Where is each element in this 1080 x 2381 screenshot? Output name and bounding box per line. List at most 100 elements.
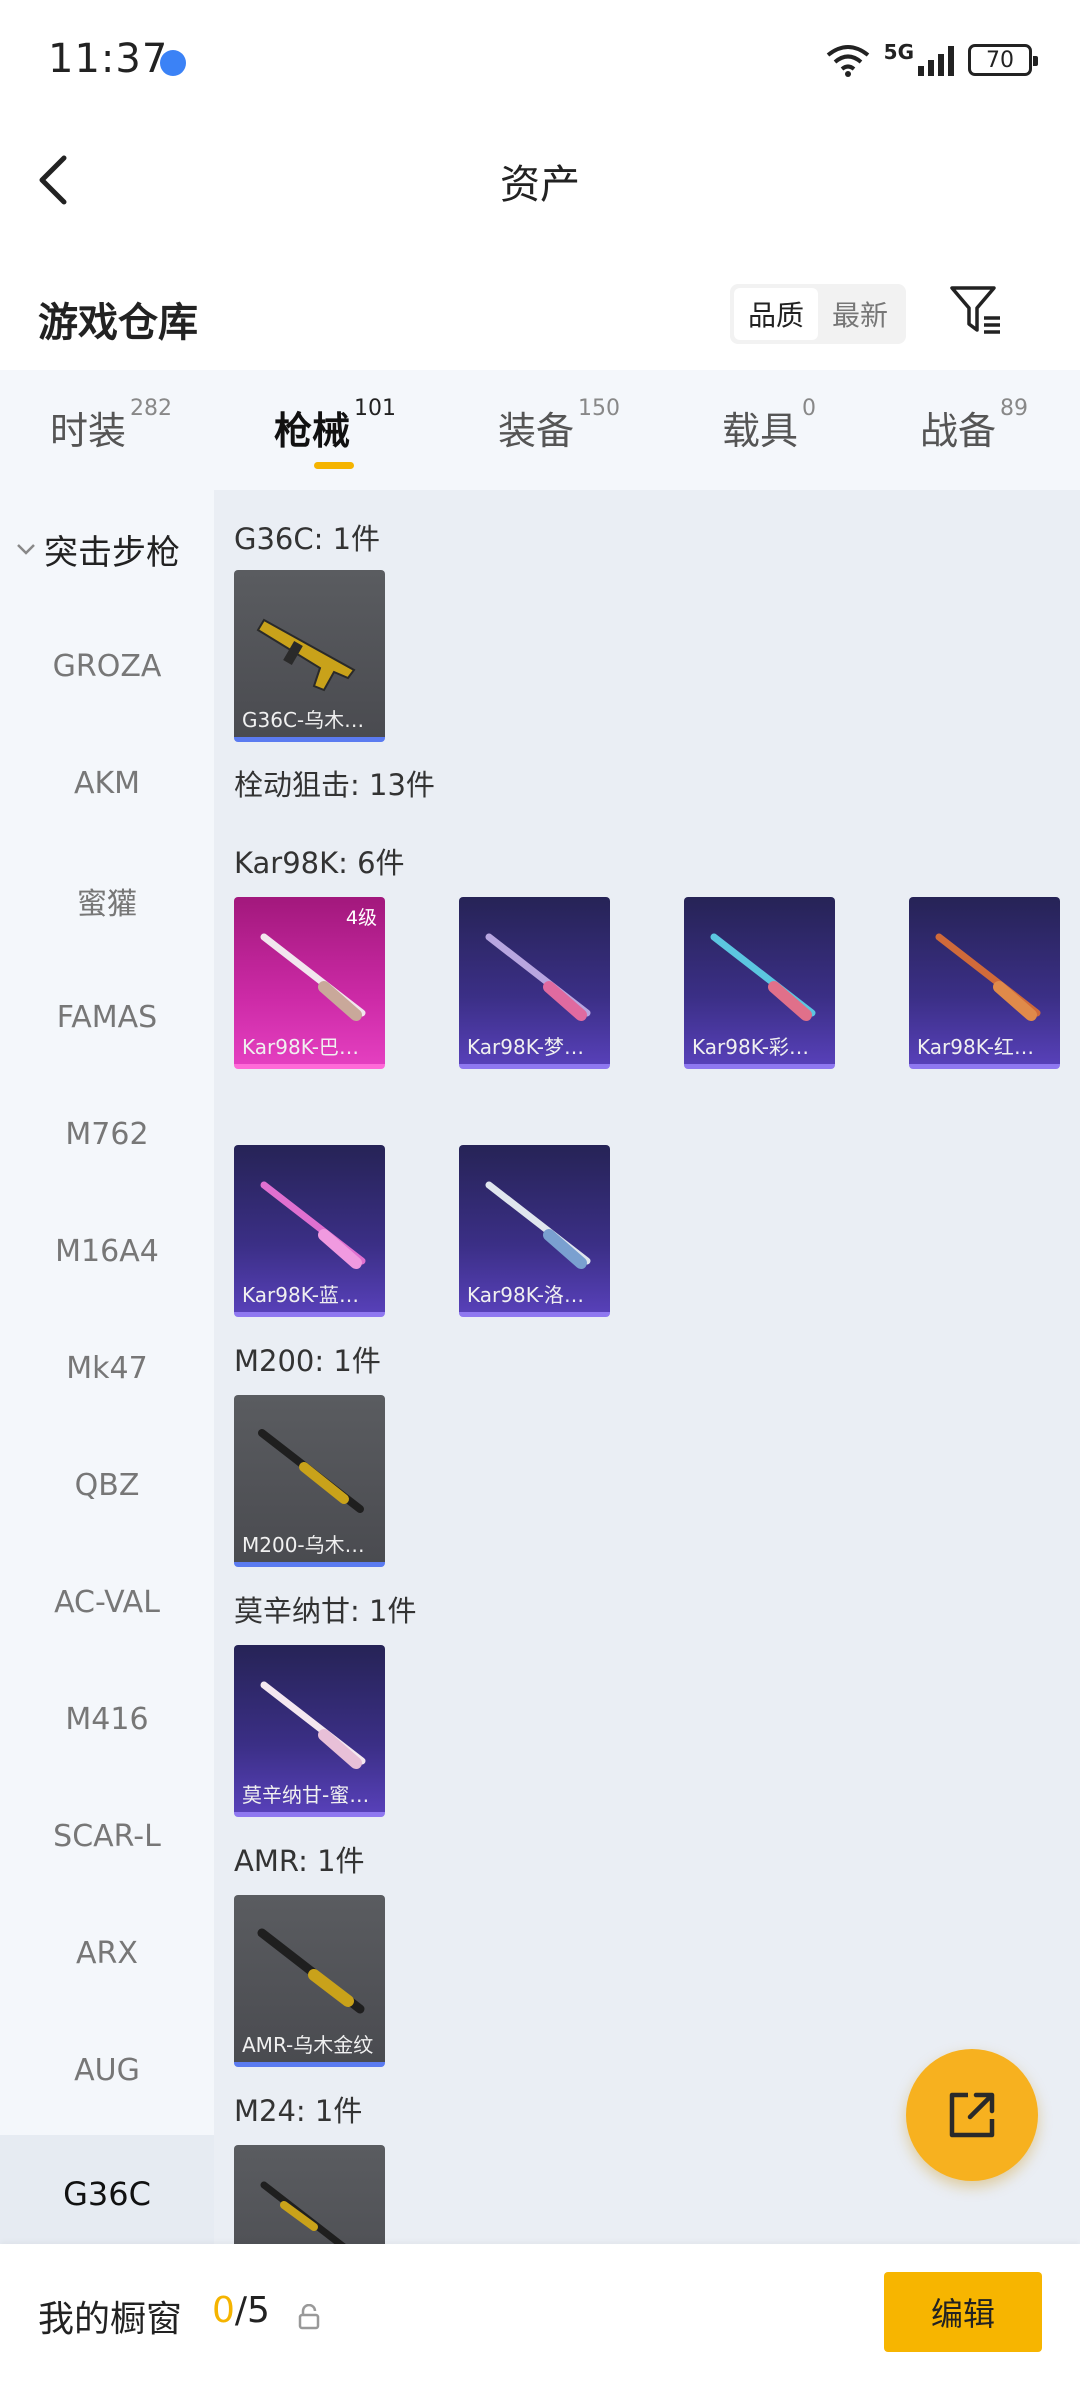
sidebar-item-ac-val[interactable]: AC-VAL [0, 1544, 214, 1661]
rifle-icon [710, 933, 816, 1021]
sidebar-item-m762[interactable]: M762 [0, 1076, 214, 1193]
tab-equipment[interactable]: 装备150 [498, 396, 620, 455]
battery-icon: 70 [968, 44, 1038, 76]
category-tabs: 时装282 枪械101 装备150 载具0 战备89 [0, 370, 1080, 490]
item-name: 莫辛纳甘-蜜… [242, 1783, 370, 1807]
sidebar-item-honey-badger[interactable]: 蜜獾 [0, 842, 214, 959]
item-card[interactable]: Kar98K-洛神… [459, 1145, 610, 1317]
tab-label: 战备 [920, 409, 997, 453]
item-card[interactable]: G36C-乌木… [234, 570, 385, 742]
page-title: 资产 [500, 162, 580, 208]
group-label-bolt-action: 栓动狙击: 13件 [234, 768, 435, 802]
item-card[interactable]: Kar98K-红伞… [909, 897, 1060, 1069]
sort-latest-button[interactable]: 最新 [818, 288, 902, 340]
item-card[interactable]: 莫辛纳甘-蜜… [234, 1645, 385, 1817]
rifle-icon [256, 618, 356, 692]
sort-quality-button[interactable]: 品质 [734, 288, 818, 340]
chevron-down-icon [17, 544, 35, 555]
showcase-label: 我的橱窗 [38, 2299, 183, 2340]
group-label-g36c: G36C: 1件 [234, 522, 381, 556]
group-label-amr: AMR: 1件 [234, 1844, 365, 1878]
inventory-content: G36C: 1件 G36C-乌木… 栓动狙击: 13件 Kar98K: 6件 4… [214, 490, 1080, 2244]
item-name: Kar98K-洛神… [467, 1283, 604, 1307]
status-bar: 11:37 5G 70 [0, 0, 1080, 120]
item-card[interactable]: 4级 Kar98K-巴巴… [234, 897, 385, 1069]
tab-label: 载具 [722, 409, 799, 453]
sidebar-item-groza[interactable]: GROZA [0, 608, 214, 725]
item-card[interactable]: Kar98K-梦幻… [459, 897, 610, 1069]
sidebar-category-label: 突击步枪 [44, 532, 180, 573]
item-name: M200-乌木… [242, 1533, 365, 1557]
item-card[interactable]: AMR-乌木金纹 [234, 1895, 385, 2067]
item-name: Kar98K-彩虹… [692, 1035, 829, 1059]
sidebar-item-mk47[interactable]: Mk47 [0, 1310, 214, 1427]
rifle-icon [257, 1928, 365, 2014]
wifi-icon [826, 45, 869, 77]
showcase-count-current: 0 [212, 2290, 235, 2331]
sidebar-category-assault-rifles[interactable]: 突击步枪 [0, 490, 214, 608]
sidebar-item-g36c[interactable]: G36C [0, 2135, 214, 2244]
battery-level: 70 [986, 47, 1014, 73]
item-name: AMR-乌木金纹 [242, 2033, 374, 2057]
filter-icon[interactable] [948, 282, 1004, 338]
sidebar-item-m16a4[interactable]: M16A4 [0, 1193, 214, 1310]
group-label-kar98k: Kar98K: 6件 [234, 846, 405, 880]
weapon-type-sidebar: 突击步枪 GROZA AKM 蜜獾 FAMAS M762 M16A4 Mk47 … [0, 490, 214, 2244]
sidebar-item-arx[interactable]: ARX [0, 1895, 214, 2012]
sidebar-item-scar-l[interactable]: SCAR-L [0, 1778, 214, 1895]
share-button[interactable] [906, 2049, 1038, 2181]
tab-count: 0 [802, 396, 817, 421]
tab-firearms[interactable]: 枪械101 [274, 396, 396, 455]
item-name: Kar98K-红伞… [917, 1035, 1054, 1059]
item-name: Kar98K-蓝莓… [242, 1283, 379, 1307]
tab-count: 150 [578, 396, 621, 421]
item-name: Kar98K-巴巴… [242, 1035, 379, 1059]
tab-count: 89 [1000, 396, 1029, 421]
tab-label: 装备 [498, 409, 575, 453]
sidebar-item-qbz[interactable]: QBZ [0, 1427, 214, 1544]
showcase-count: 0/5 [212, 2290, 270, 2331]
sidebar-item-akm[interactable]: AKM [0, 725, 214, 842]
tab-count: 101 [354, 396, 397, 421]
rifle-icon [260, 1181, 366, 1269]
tab-outfits[interactable]: 时装282 [50, 396, 172, 455]
group-label-m24: M24: 1件 [234, 2094, 363, 2128]
warehouse-header: 游戏仓库 品质 最新 [0, 240, 1080, 370]
group-label-m200: M200: 1件 [234, 1344, 381, 1378]
rifle-icon [935, 933, 1041, 1021]
item-card[interactable]: Kar98K-蓝莓… [234, 1145, 385, 1317]
item-card[interactable] [234, 2145, 385, 2244]
active-tab-indicator [314, 462, 354, 469]
signal-icon [918, 44, 954, 76]
tab-vehicles[interactable]: 载具0 [722, 396, 816, 455]
rifle-icon [258, 1429, 364, 1513]
item-card[interactable]: Kar98K-彩虹… [684, 897, 835, 1069]
group-label-mosin: 莫辛纳甘: 1件 [234, 1594, 417, 1628]
rifle-icon [485, 1181, 591, 1269]
tab-label: 时装 [50, 409, 127, 453]
lock-icon [298, 2304, 320, 2330]
tab-supplies[interactable]: 战备89 [920, 396, 1028, 455]
tab-count: 282 [130, 396, 173, 421]
status-indicators: 5G 70 [826, 40, 1038, 80]
status-time: 11:37 [48, 36, 169, 82]
share-icon [949, 2092, 995, 2138]
edit-button[interactable]: 编辑 [884, 2272, 1042, 2352]
item-card[interactable]: M200-乌木… [234, 1395, 385, 1567]
sort-toggle: 品质 最新 [730, 284, 906, 344]
sidebar-item-famas[interactable]: FAMAS [0, 959, 214, 1076]
bottom-bar: 我的橱窗 0/5 编辑 [0, 2244, 1080, 2381]
sidebar-item-m416[interactable]: M416 [0, 1661, 214, 1778]
rifle-icon [485, 933, 591, 1021]
tab-label: 枪械 [274, 409, 351, 453]
rifle-icon [260, 933, 366, 1021]
music-app-icon [160, 50, 186, 76]
item-name: Kar98K-梦幻… [467, 1035, 604, 1059]
sidebar-item-aug[interactable]: AUG [0, 2012, 214, 2129]
rifle-icon [260, 1681, 366, 1769]
network-type: 5G [883, 40, 914, 64]
item-name: G36C-乌木… [242, 708, 365, 732]
rifle-icon [260, 2181, 346, 2244]
warehouse-title: 游戏仓库 [38, 300, 198, 346]
header: 资产 [0, 120, 1080, 240]
